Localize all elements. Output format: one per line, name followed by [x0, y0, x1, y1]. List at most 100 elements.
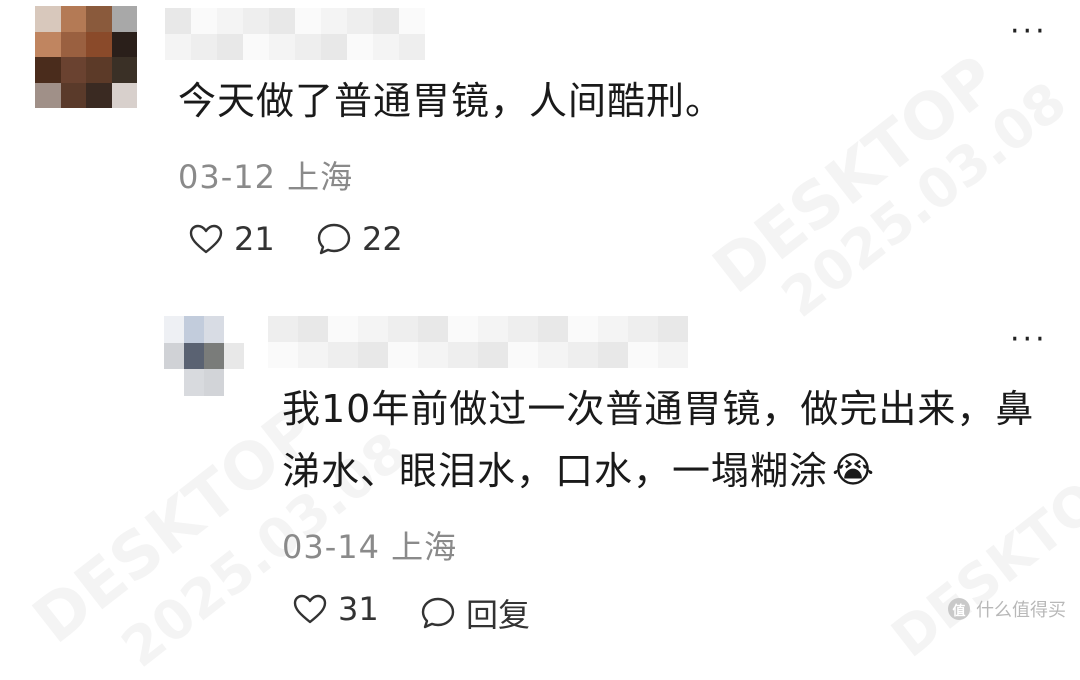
blur-block: [388, 316, 418, 342]
blur-block: [298, 342, 328, 368]
blur-block: [268, 316, 298, 342]
avatar-pixel: [86, 6, 112, 32]
blur-block: [243, 34, 269, 60]
avatar-pixel: [184, 316, 204, 343]
blur-block: [399, 8, 425, 34]
avatar[interactable]: [35, 6, 137, 108]
crying-emoji-icon: 😭: [832, 450, 876, 491]
blur-block: [373, 34, 399, 60]
like-button[interactable]: 21: [188, 220, 275, 258]
blur-block: [358, 342, 388, 368]
blur-block: [508, 316, 538, 342]
comment-text: 今天做了普通胃镜，人间酷刑。: [178, 79, 725, 123]
blur-block: [448, 316, 478, 342]
avatar-pixel: [60, 31, 86, 57]
blur-block: [243, 8, 269, 34]
blur-block: [568, 316, 598, 342]
avatar-pixel: [86, 57, 112, 83]
avatar-pixel: [35, 6, 61, 32]
blur-block: [298, 316, 328, 342]
reply-button[interactable]: 22: [316, 220, 403, 258]
comment-date: 03-12: [178, 158, 276, 196]
blur-block: [191, 8, 217, 34]
avatar[interactable]: [164, 316, 244, 396]
blur-block: [598, 316, 628, 342]
like-count: 21: [234, 220, 275, 258]
blur-block: [418, 316, 448, 342]
comment-bubble-icon: [421, 597, 455, 629]
avatar-pixel: [60, 6, 86, 32]
blur-block: [373, 8, 399, 34]
blur-block: [165, 34, 191, 60]
comment-text: 我10年前做过一次普通胃镜，做完出来，鼻 涕水、眼泪水，口水，一塌糊涂 😭: [282, 378, 1034, 502]
more-options-icon[interactable]: ···: [1010, 17, 1048, 47]
brand-badge-icon: 值: [948, 598, 970, 620]
like-count: 31: [338, 590, 379, 628]
reply-button[interactable]: 回复: [420, 590, 530, 636]
like-button[interactable]: 31: [292, 590, 379, 628]
username-blurred[interactable]: [165, 8, 425, 60]
more-options-icon[interactable]: ···: [1010, 325, 1048, 355]
avatar-pixel: [224, 342, 244, 370]
blur-block: [328, 316, 358, 342]
comment-text-line: 我10年前做过一次普通胃镜，做完出来，鼻: [282, 387, 1035, 431]
blur-block: [165, 8, 191, 34]
avatar-pixel: [204, 342, 224, 370]
comment-location: 上海: [287, 158, 354, 196]
avatar-pixel: [35, 31, 61, 57]
avatar-pixel: [204, 369, 224, 396]
avatar-pixel: [224, 316, 244, 343]
comment-location: 上海: [391, 528, 458, 566]
blur-block: [658, 316, 688, 342]
avatar-pixel: [86, 31, 112, 57]
avatar-pixel: [224, 369, 244, 396]
avatar-pixel: [164, 369, 184, 396]
avatar-pixel: [164, 342, 184, 370]
comment-meta: 03-12 上海: [178, 152, 353, 198]
blur-block: [295, 8, 321, 34]
avatar-pixel: [111, 31, 137, 57]
blur-block: [321, 34, 347, 60]
avatar-pixel: [204, 316, 224, 343]
blur-block: [538, 342, 568, 368]
avatar-pixel: [60, 82, 86, 108]
comment-date: 03-14: [282, 528, 380, 566]
brand-name: 什么值得买: [976, 600, 1066, 621]
username-blurred[interactable]: [268, 316, 688, 368]
comment-text-line: 涕水、眼泪水，口水，一塌糊涂 😭: [282, 440, 1034, 502]
avatar-pixel: [35, 57, 61, 83]
blur-block: [217, 8, 243, 34]
comment-meta: 03-14 上海: [282, 522, 457, 568]
blur-block: [388, 342, 418, 368]
blur-block: [538, 316, 568, 342]
blur-block: [478, 316, 508, 342]
blur-block: [568, 342, 598, 368]
avatar-pixel: [111, 57, 137, 83]
blur-block: [328, 342, 358, 368]
blur-block: [508, 342, 538, 368]
blur-block: [269, 34, 295, 60]
heart-icon: [293, 594, 327, 624]
avatar-pixel: [60, 57, 86, 83]
avatar-pixel: [164, 316, 184, 343]
blur-block: [628, 342, 658, 368]
blur-block: [347, 8, 373, 34]
reply-count: 22: [362, 220, 403, 258]
blur-block: [598, 342, 628, 368]
blur-block: [628, 316, 658, 342]
comment-bubble-icon: [317, 223, 351, 255]
blur-block: [269, 8, 295, 34]
avatar-pixel: [111, 6, 137, 32]
watermark-date: 2025.03.08: [770, 70, 1078, 330]
avatar-pixel: [86, 82, 112, 108]
reply-label: 回复: [466, 596, 531, 634]
blur-block: [295, 34, 321, 60]
blur-block: [358, 316, 388, 342]
heart-icon: [189, 224, 223, 254]
comment-text-segment: 涕水、眼泪水，口水，一塌糊涂: [282, 449, 829, 493]
blur-block: [448, 342, 478, 368]
blur-block: [321, 8, 347, 34]
blur-block: [191, 34, 217, 60]
blur-block: [268, 342, 298, 368]
avatar-pixel: [184, 342, 204, 370]
